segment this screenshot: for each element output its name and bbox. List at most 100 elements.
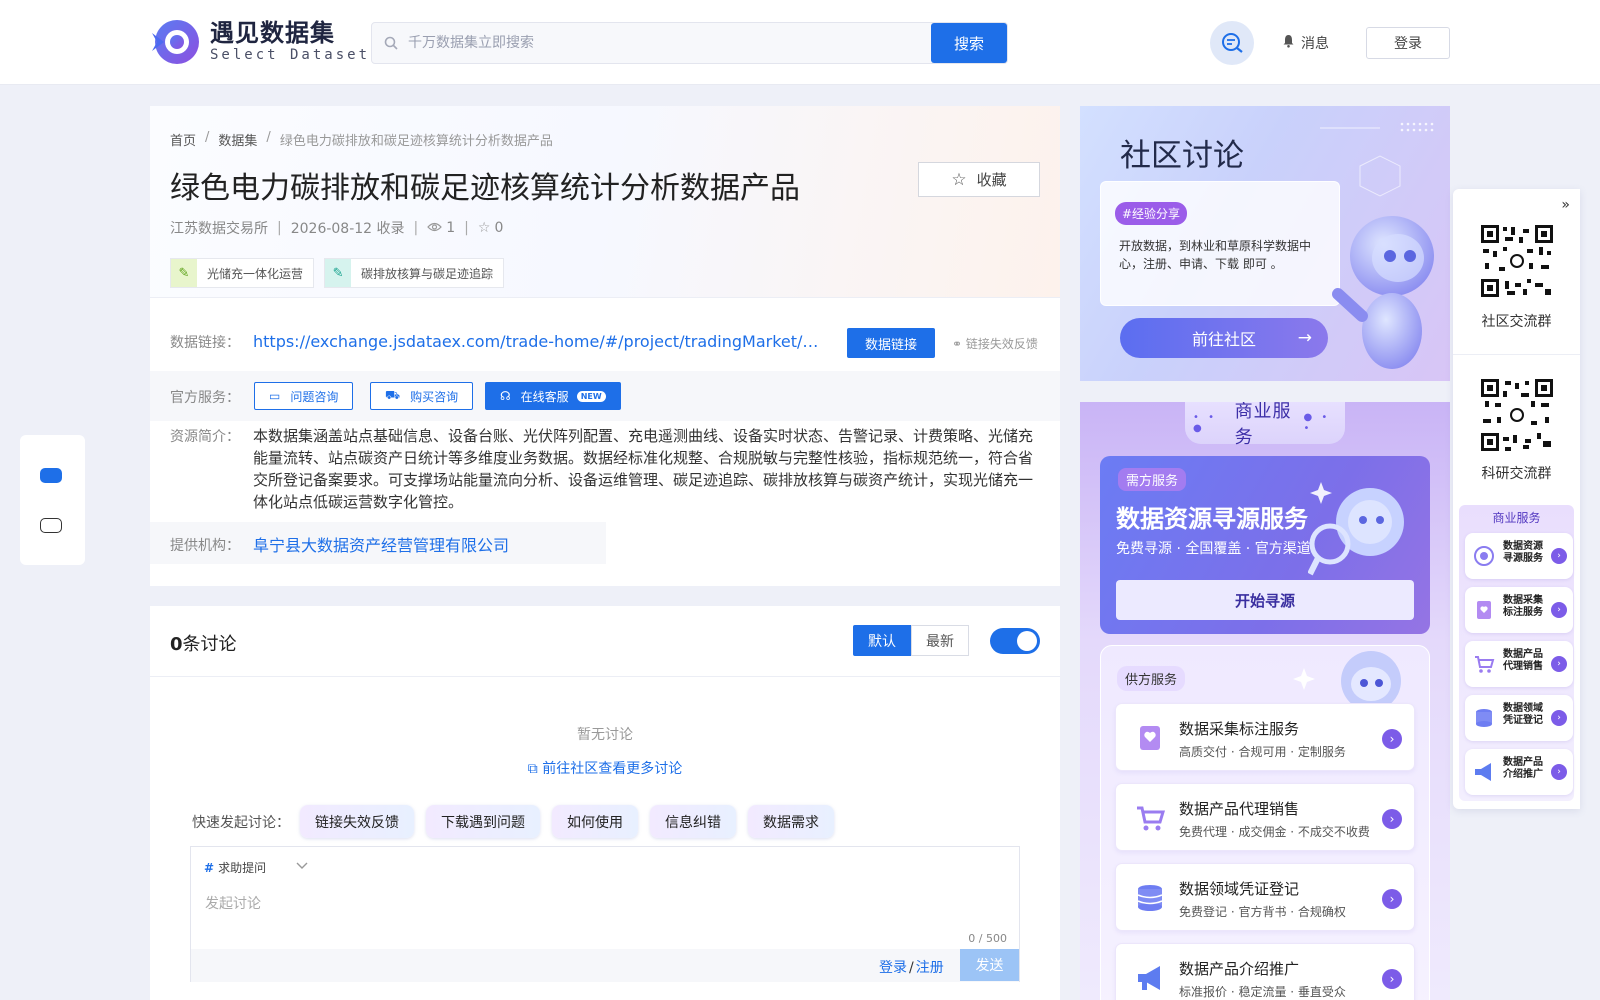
dataset-description: 本数据集涵盖站点基础信息、设备台账、光伏阵列配置、充电遥测曲线、设备实时状态、告… bbox=[253, 427, 1034, 511]
paperclip-icon: ✎ bbox=[325, 259, 352, 287]
site-logo[interactable]: 遇见数据集 Select Dataset bbox=[150, 17, 370, 67]
quick-chip[interactable]: 信息纠错 bbox=[650, 805, 736, 838]
tag-item[interactable]: ✎ 光储充一体化运营 bbox=[170, 258, 315, 288]
discussion-card: 0条讨论 默认 最新 暂无讨论 ⧉ 前往社区查看更多讨论 快速发起讨论： 链接失… bbox=[150, 606, 1060, 1000]
messages-link[interactable]: 消息 bbox=[1282, 33, 1329, 53]
megaphone-icon bbox=[1475, 763, 1491, 781]
search-icon bbox=[384, 36, 398, 50]
qr-research-label: 科研交流群 bbox=[1481, 466, 1552, 482]
goto-community-label: 前往社区查看更多讨论 bbox=[542, 761, 683, 777]
hash-icon: # bbox=[204, 860, 215, 875]
official-services-row: 官方服务： ▭ 问题咨询 ⛟ 购买咨询 ☊ 在线客服 NEW bbox=[150, 371, 1060, 421]
arrow-right-icon: → bbox=[1297, 328, 1312, 348]
database-icon bbox=[1137, 885, 1163, 911]
broken-link-icon: ⚭ bbox=[952, 337, 963, 351]
experience-card[interactable]: #经验分享 开放数据，到林业和草原科学数据中心，注册、申请、下载 即可 。 bbox=[1100, 181, 1340, 306]
business-services-title: • • ● 商业服务 ● • • bbox=[1185, 402, 1345, 448]
logo-subtitle: Select Dataset bbox=[210, 47, 371, 63]
demand-service-card[interactable]: 需方服务 数据资源寻源服务 免费寻源 · 全国覆盖 · 官方渠道 开始寻源 bbox=[1100, 456, 1430, 634]
collapse-icon[interactable]: » bbox=[1561, 197, 1570, 213]
toggle-knob bbox=[1017, 631, 1037, 651]
supply-item-subtitle: 高质交付 · 合规可用 · 定制服务 bbox=[1179, 745, 1346, 759]
data-link-url[interactable]: https://exchange.jsdataex.com/trade-home… bbox=[253, 332, 823, 351]
search-button[interactable]: 搜索 bbox=[931, 23, 1007, 63]
meta-divider: | bbox=[277, 220, 282, 236]
arrow-right-icon: › bbox=[1382, 969, 1402, 989]
supply-item-title: 数据采集标注服务 bbox=[1179, 720, 1300, 738]
breadcrumb-home[interactable]: 首页 bbox=[170, 130, 196, 149]
sort-toggle: 默认 最新 bbox=[853, 625, 969, 656]
right-service-promotion[interactable]: 数据产品 介绍推广 › bbox=[1465, 749, 1573, 795]
auth-links: 登录 / 注册 bbox=[879, 957, 944, 977]
quick-chip[interactable]: 数据需求 bbox=[748, 805, 834, 838]
dataset-date: 2026-08-12 收录 bbox=[290, 221, 405, 237]
sort-latest-button[interactable]: 最新 bbox=[911, 625, 969, 656]
supply-tag: 供方服务 bbox=[1117, 666, 1186, 691]
register-link[interactable]: 注册 bbox=[916, 960, 944, 976]
question-consult-button[interactable]: ▭ 问题咨询 bbox=[254, 382, 354, 410]
demand-subtitle: 免费寻源 · 全国覆盖 · 官方渠道 bbox=[1116, 541, 1311, 557]
start-sourcing-button[interactable]: 开始寻源 bbox=[1116, 580, 1414, 620]
quick-discussion-bar: 快速发起讨论： 链接失效反馈 下载遇到问题 如何使用 信息纠错 数据需求 bbox=[192, 805, 846, 838]
right-service-registration[interactable]: 数据领域 凭证登记 › bbox=[1465, 695, 1573, 741]
demand-title: 数据资源寻源服务 bbox=[1116, 505, 1308, 533]
discussion-input[interactable] bbox=[205, 893, 1005, 927]
tag-item[interactable]: ✎ 碳排放核算与碳足迹追踪 bbox=[324, 258, 505, 288]
empty-discussion-text: 暂无讨论 bbox=[577, 727, 633, 743]
supply-item-title: 数据领域凭证登记 bbox=[1179, 880, 1300, 898]
composer-footer: 登录 / 注册 发送 bbox=[191, 949, 1019, 982]
goto-community-button[interactable]: 前往社区 → bbox=[1120, 318, 1328, 358]
meta-divider: | bbox=[413, 220, 419, 236]
supply-item-subtitle: 免费代理 · 成交佣金 · 不成交不收费 bbox=[1179, 825, 1370, 839]
discussion-toggle-switch[interactable] bbox=[990, 628, 1040, 654]
data-link-label: 数据链接： bbox=[170, 335, 240, 351]
provider-link[interactable]: 阜宁县大数据资产经营管理有限公司 bbox=[253, 532, 509, 556]
headset-icon: ☊ bbox=[500, 389, 511, 403]
favorite-button[interactable]: ☆ 收藏 bbox=[918, 162, 1040, 197]
login-link[interactable]: 登录 bbox=[879, 960, 907, 976]
cart-icon bbox=[1137, 806, 1166, 831]
quick-chip[interactable]: 如何使用 bbox=[552, 805, 638, 838]
eye-icon bbox=[427, 220, 443, 236]
logo-icon bbox=[152, 20, 199, 64]
breadcrumb-datasets[interactable]: 数据集 bbox=[218, 130, 257, 149]
arrow-right-icon: › bbox=[1382, 729, 1402, 749]
quick-chip[interactable]: 下载遇到问题 bbox=[426, 805, 540, 838]
view-toggle-outline[interactable] bbox=[40, 518, 62, 533]
ai-search-icon bbox=[1222, 33, 1243, 53]
right-service-agency[interactable]: 数据产品 代理销售 › bbox=[1465, 641, 1573, 687]
quick-chip[interactable]: 链接失效反馈 bbox=[300, 805, 414, 838]
ai-search-button[interactable] bbox=[1210, 21, 1254, 65]
annotation-service-icon bbox=[1140, 726, 1160, 750]
online-service-button[interactable]: ☊ 在线客服 NEW bbox=[485, 382, 621, 410]
community-banner: 社区讨论 #经验分享 开放数据，到林业和草原科学数据中心，注册、申请、下载 即可… bbox=[1080, 106, 1450, 381]
meta-divider: | bbox=[464, 220, 469, 236]
goto-community-link[interactable]: ⧉ 前往社区查看更多讨论 bbox=[150, 758, 1060, 778]
purchase-consult-button[interactable]: ⛟ 购买咨询 bbox=[370, 382, 474, 410]
page-title: 绿色电力碳排放和碳足迹核算统计分析数据产品 bbox=[170, 171, 800, 206]
char-counter: 0 / 500 bbox=[968, 932, 1007, 945]
arrow-right-icon: › bbox=[1551, 548, 1567, 564]
search-box bbox=[371, 22, 1008, 64]
quick-discussion-label: 快速发起讨论： bbox=[192, 814, 290, 831]
link-feedback[interactable]: ⚭ 链接失效反馈 bbox=[952, 335, 1038, 352]
discussion-type-select[interactable]: # 求助提问 bbox=[204, 859, 308, 876]
qr-code-icon bbox=[1479, 223, 1555, 299]
supply-item-annotation[interactable]: 数据采集标注服务 高质交付 · 合规可用 · 定制服务 › bbox=[1115, 703, 1415, 771]
goto-community-button-label: 前往社区 bbox=[1191, 330, 1256, 349]
supply-item-promotion[interactable]: 数据产品介绍推广 标准报价 · 稳定流量 · 垂直受众 › bbox=[1115, 943, 1415, 1000]
data-link-button[interactable]: 数据链接 bbox=[847, 328, 935, 358]
cart-icon bbox=[1475, 656, 1495, 673]
sort-default-button[interactable]: 默认 bbox=[853, 625, 911, 656]
supply-item-registration[interactable]: 数据领域凭证登记 免费登记 · 官方背书 · 合规确权 › bbox=[1115, 863, 1415, 931]
discussion-count-suffix: 条讨论 bbox=[182, 634, 237, 655]
right-service-sourcing[interactable]: 数据资源 寻源服务 › bbox=[1465, 533, 1573, 579]
search-input[interactable] bbox=[408, 23, 1007, 63]
send-button[interactable]: 发送 bbox=[960, 949, 1019, 981]
login-button[interactable]: 登录 bbox=[1366, 27, 1450, 59]
view-toggle-filled[interactable] bbox=[40, 468, 62, 483]
supply-service-card: 供方服务 数据采集标注服务 高质交付 · 合规可用 · 定制服务 › 数据产品代… bbox=[1100, 645, 1430, 1000]
supply-item-agency[interactable]: 数据产品代理销售 免费代理 · 成交佣金 · 不成交不收费 › bbox=[1115, 783, 1415, 851]
supply-item-title: 数据产品代理销售 bbox=[1179, 800, 1300, 818]
right-service-annotation[interactable]: 数据采集 标注服务 › bbox=[1465, 587, 1573, 633]
